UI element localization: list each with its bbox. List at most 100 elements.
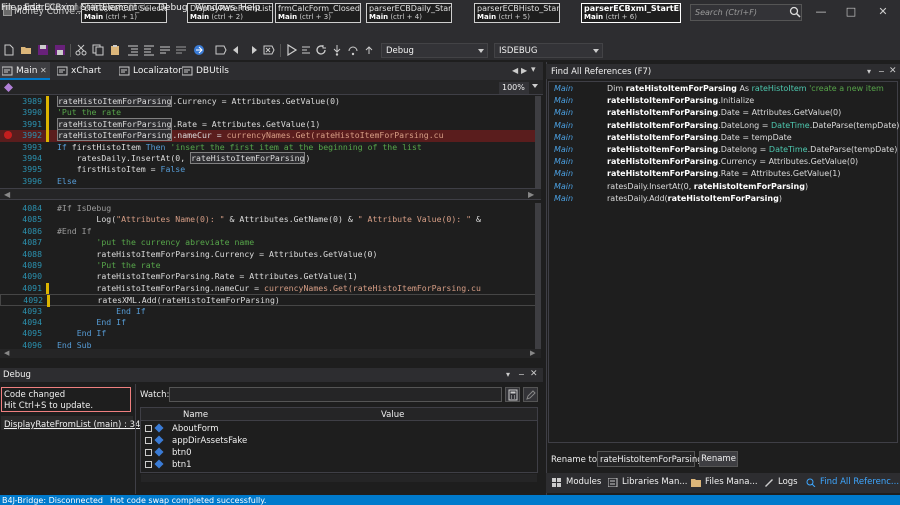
reference-row[interactable]: Main rateHistoItemForParsing.Initialize	[552, 95, 897, 107]
cut-icon[interactable]	[75, 44, 87, 56]
tree-row[interactable]: btn1	[141, 459, 537, 471]
conditional-symbol-select[interactable]: ISDEBUG	[494, 43, 603, 58]
tab-list-icon[interactable]: ▾	[531, 65, 536, 75]
tab-scroll-right-icon[interactable]: ▶	[521, 66, 527, 75]
breakpoint-icon[interactable]	[4, 131, 12, 139]
references-list[interactable]: Main Dim rateHistoItemForParsing As rateH…	[548, 81, 899, 443]
code-line[interactable]: 4086 #End If	[0, 226, 541, 237]
menu-windows[interactable]: Windows	[195, 3, 235, 13]
reference-row[interactable]: Main rateHistoItemForParsing.Datelong = D…	[552, 144, 897, 156]
search-input[interactable]: Search (Ctrl+F)	[690, 4, 802, 21]
doc-tab-6-active[interactable]: parserECBxml_StartElement Main (ctrl + 6…	[581, 3, 681, 23]
sub-selector[interactable]: parserECBxml_StartElement	[17, 3, 137, 13]
scroll-right-icon[interactable]: ▶	[528, 190, 534, 199]
code-line[interactable]: 3989 rateHistoItemForParsing.Currency = A…	[0, 96, 541, 108]
call-stack-item[interactable]: DisplayRateFromList (main) : 3400	[4, 420, 151, 430]
code-line[interactable]: 4084 #If IsDebug	[0, 203, 541, 214]
menu-help[interactable]: Help	[240, 3, 261, 13]
expand-icon[interactable]	[145, 461, 152, 468]
maximize-button[interactable]: □	[840, 4, 862, 20]
code-editor-top[interactable]: 3989 rateHistoItemForParsing.Currency = A…	[0, 96, 541, 188]
menu-file[interactable]: File	[1, 3, 16, 13]
rename-input[interactable]: rateHistoItemForParsing	[597, 451, 703, 467]
reference-row[interactable]: Main rateHistoItemForParsing.DateLong = D…	[552, 120, 899, 132]
code-line[interactable]: 4093 End If	[0, 306, 541, 317]
code-line[interactable]: 3995 firstHistoItem = False	[0, 164, 541, 175]
editor-bottom-scrollbar[interactable]	[535, 203, 541, 349]
bookmark-clear-icon[interactable]	[263, 44, 275, 56]
doc-tab-4[interactable]: parserECBDaily_StartElem Main (ctrl + 4)	[366, 3, 452, 23]
bookmark-next-icon[interactable]	[247, 44, 259, 56]
panel-menu-icon[interactable]: ▾	[867, 67, 871, 76]
reference-row[interactable]: Main rateHistoItemForParsing.Currency = A…	[552, 156, 897, 168]
column-name[interactable]: Name	[183, 410, 208, 420]
editor-split-bar[interactable]	[0, 188, 541, 200]
outdent-icon[interactable]	[143, 44, 155, 56]
reference-row[interactable]: Main Dim rateHistoItemForParsing As rateH…	[552, 83, 897, 95]
build-config-select[interactable]: Debug	[381, 43, 488, 58]
save-icon[interactable]	[37, 44, 49, 56]
doc-tab-5[interactable]: parserECBHisto_StartElem Main (ctrl + 5)	[474, 3, 560, 23]
tab-xchart[interactable]: xChart	[55, 62, 115, 80]
edit-watch-button[interactable]	[523, 387, 538, 402]
tree-row[interactable]: appDirAssetsFake	[141, 435, 537, 447]
calculator-button[interactable]	[505, 387, 520, 402]
reference-row[interactable]: Main rateHistoItemForParsing.Date = Attri…	[552, 107, 897, 119]
editor-hscrollbar[interactable]	[0, 349, 541, 358]
rename-button[interactable]: Rename	[699, 451, 738, 467]
panel-menu-icon[interactable]: ▾	[506, 370, 510, 379]
step-over-icon[interactable]	[347, 44, 359, 56]
copy-icon[interactable]	[92, 44, 104, 56]
code-line[interactable]: 3992 rateHistoItemForParsing.nameCur = cu…	[0, 129, 541, 142]
code-line[interactable]: 4095 End If	[0, 328, 541, 339]
new-file-icon[interactable]	[3, 44, 15, 56]
debug-step-icon[interactable]	[300, 44, 312, 56]
doc-tab-3[interactable]: frmCalcForm_Closed Main (ctrl + 3)	[275, 3, 361, 23]
expand-icon[interactable]	[145, 425, 152, 432]
code-editor-bottom[interactable]: 4084 #If IsDebug 4085 Log("Attributes Name…	[0, 203, 541, 349]
navigate-forward-icon[interactable]	[193, 44, 205, 56]
step-into-icon[interactable]	[331, 44, 343, 56]
scroll-left-icon[interactable]: ◀	[4, 349, 9, 357]
reference-row[interactable]: Main rateHistoItemForParsing.Rate = Attri…	[552, 168, 897, 180]
editor-top-scrollbar[interactable]	[535, 96, 541, 188]
uncomment-icon[interactable]	[175, 44, 187, 56]
pin-icon[interactable]: −	[518, 370, 525, 379]
search-icon[interactable]	[789, 6, 801, 18]
scroll-left-icon[interactable]: ◀	[4, 190, 10, 199]
tab-dbutils[interactable]: DBUtils	[180, 62, 240, 80]
tree-row[interactable]: AboutForm	[141, 423, 537, 435]
reference-row[interactable]: Main ratesDaily.InsertAt(0, rateHistoItem…	[552, 181, 897, 193]
tree-hscrollbar[interactable]	[141, 474, 537, 482]
refresh-icon[interactable]	[315, 44, 327, 56]
code-line[interactable]: 4089 'Put the rate	[0, 260, 541, 271]
save-all-icon[interactable]	[54, 44, 66, 56]
close-icon[interactable]: ✕	[530, 369, 538, 379]
code-line[interactable]: 4096 End Sub	[0, 340, 541, 349]
code-line[interactable]: 3994 ratesDaily.InsertAt(0, rateHistoIte…	[0, 152, 541, 164]
code-line[interactable]: 4090 rateHistoItemForParsing.Rate = Attr…	[0, 271, 541, 282]
indent-icon[interactable]	[127, 44, 139, 56]
reference-row[interactable]: Main rateHistoItemForParsing.Date = tempD…	[552, 132, 897, 144]
tab-scroll-left-icon[interactable]: ◀	[512, 66, 518, 75]
code-line[interactable]: 4085 Log("Attributes Name(0): " & Attrib…	[0, 214, 541, 225]
code-line[interactable]: 4094 End If	[0, 317, 541, 328]
step-out-icon[interactable]	[363, 44, 375, 56]
scroll-right-icon[interactable]: ▶	[530, 349, 535, 357]
expand-icon[interactable]	[145, 449, 152, 456]
tab-localizator[interactable]: Localizator	[117, 62, 182, 80]
bookmark-toggle-icon[interactable]	[215, 44, 227, 56]
watch-input[interactable]	[169, 387, 502, 402]
code-line[interactable]: 3996 Else	[0, 176, 541, 187]
code-line[interactable]: 4087 'put the currency abreviate name	[0, 237, 541, 248]
expand-icon[interactable]	[145, 437, 152, 444]
reference-row[interactable]: Main ratesDaily.Add(rateHistoItemForParsi…	[552, 193, 897, 205]
code-line[interactable]: 4092 ratesXML.Add(rateHistoItemForParsin…	[0, 294, 541, 307]
minimize-button[interactable]: —	[810, 4, 832, 20]
run-icon[interactable]	[285, 44, 297, 56]
comment-icon[interactable]	[159, 44, 171, 56]
pin-icon[interactable]: −	[878, 67, 885, 76]
bookmark-prev-icon[interactable]	[231, 44, 243, 56]
paste-icon[interactable]	[109, 44, 121, 56]
open-folder-icon[interactable]	[20, 44, 32, 56]
